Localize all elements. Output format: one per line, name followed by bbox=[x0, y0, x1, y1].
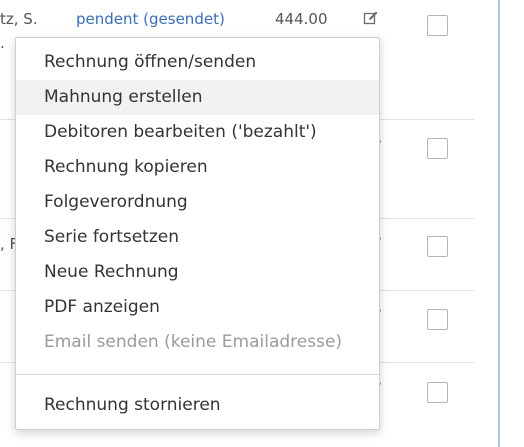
menu-item-edit-debtors[interactable]: Debitoren bearbeiten ('bezahlt') bbox=[16, 115, 379, 150]
edit-icon[interactable] bbox=[363, 10, 379, 26]
row3-select-checkbox[interactable] bbox=[427, 236, 448, 257]
menu-item-continue-series[interactable]: Serie fortsetzen bbox=[16, 220, 379, 255]
menu-item-open-send-invoice[interactable]: Rechnung öffnen/senden bbox=[16, 45, 379, 80]
row2-select-checkbox[interactable] bbox=[427, 138, 448, 159]
menu-item-show-pdf[interactable]: PDF anzeigen bbox=[16, 290, 379, 325]
row1-status-link[interactable]: pendent (gesendet) bbox=[76, 10, 225, 28]
row4-select-checkbox[interactable] bbox=[427, 309, 448, 330]
menu-item-send-email-disabled: Email senden (keine Emailadresse) bbox=[44, 332, 343, 352]
menu-item-follow-up-prescription[interactable]: Folgeverordnung bbox=[16, 185, 379, 220]
row1-patient-name: tz, S. bbox=[0, 10, 38, 28]
menu-item-create-reminder[interactable]: Mahnung erstellen bbox=[16, 80, 379, 115]
menu-item-copy-invoice[interactable]: Rechnung kopieren bbox=[16, 150, 379, 185]
menu-item-new-invoice[interactable]: Neue Rechnung bbox=[16, 255, 379, 290]
menu-item-cancel-invoice[interactable]: Rechnung stornieren bbox=[16, 388, 379, 423]
row1-select-checkbox[interactable] bbox=[427, 15, 448, 36]
row5-select-checkbox[interactable] bbox=[427, 382, 448, 403]
panel-border bbox=[498, 0, 500, 447]
menu-divider bbox=[16, 374, 379, 375]
row1-amount: 444.00 bbox=[275, 10, 328, 28]
row1-patient-name-line2: . bbox=[0, 34, 5, 52]
invoice-context-menu: Rechnung öffnen/senden Mahnung erstellen… bbox=[15, 37, 380, 430]
